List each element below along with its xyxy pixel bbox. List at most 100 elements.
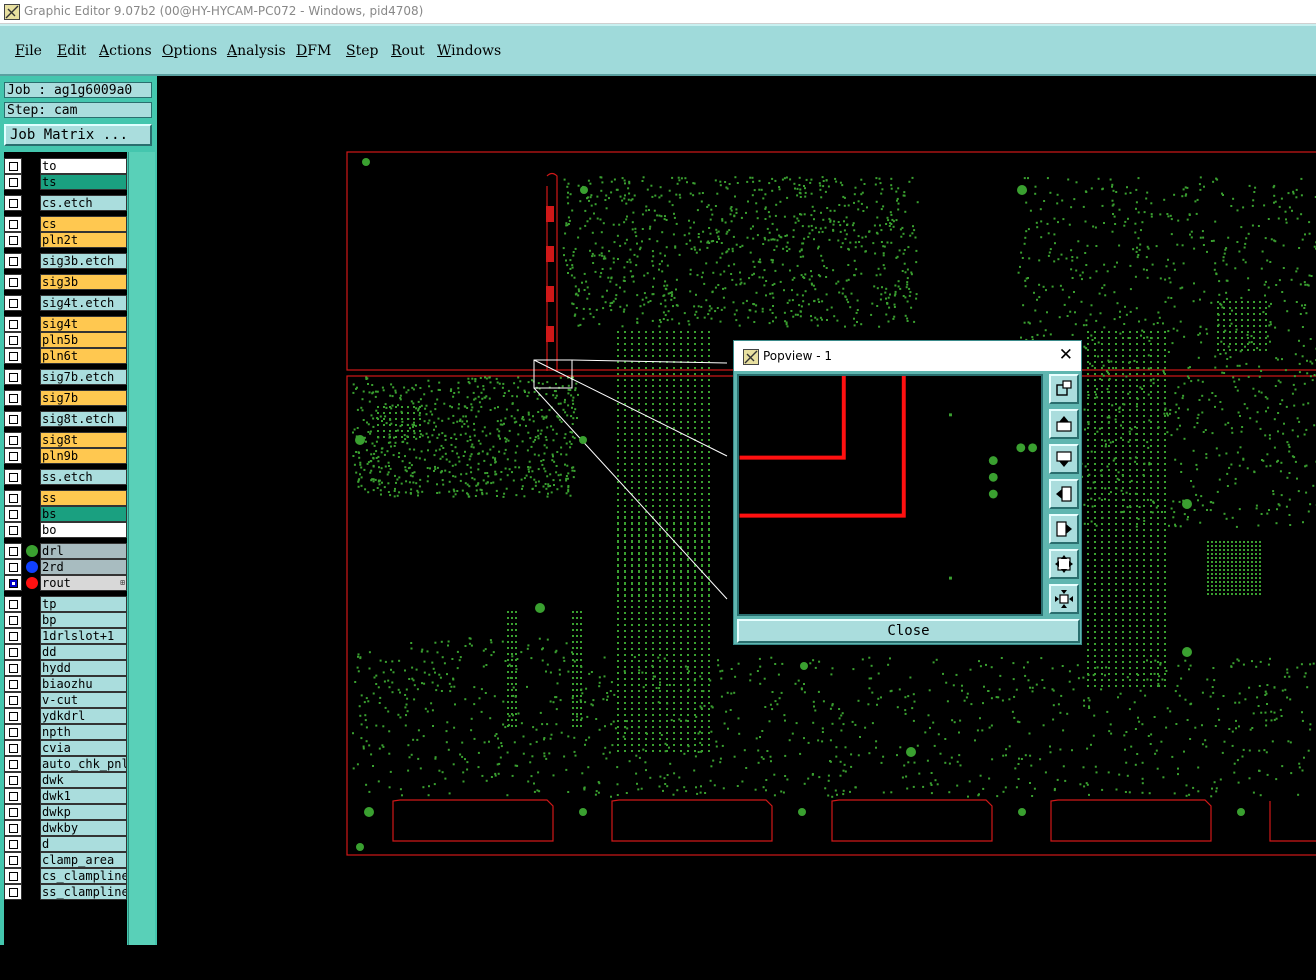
layer-name[interactable]: cs_clampline bbox=[40, 868, 127, 884]
close-button[interactable]: Close bbox=[737, 619, 1080, 643]
layer-row-hydd[interactable]: hydd bbox=[4, 660, 127, 676]
zoom-out-button[interactable] bbox=[1049, 584, 1079, 614]
pan-right-button[interactable] bbox=[1049, 514, 1079, 544]
layer-checkbox[interactable] bbox=[4, 522, 22, 538]
layer-name[interactable]: bs bbox=[40, 506, 127, 522]
layer-row-ss[interactable]: ss bbox=[4, 490, 127, 506]
layer-checkbox[interactable] bbox=[4, 676, 22, 692]
layer-checkbox[interactable] bbox=[4, 316, 22, 332]
layer-row-sig7b-etch[interactable]: sig7b.etch bbox=[4, 369, 127, 385]
layer-checkbox[interactable] bbox=[4, 788, 22, 804]
layer-name[interactable]: dwk1 bbox=[40, 788, 127, 804]
layer-row-pln9b[interactable]: pln9b bbox=[4, 448, 127, 464]
layer-checkbox[interactable] bbox=[4, 612, 22, 628]
layer-name[interactable]: clamp_area bbox=[40, 852, 127, 868]
layer-row-dwk[interactable]: dwk bbox=[4, 772, 127, 788]
layer-name[interactable]: dwkp bbox=[40, 804, 127, 820]
pan-up-button[interactable] bbox=[1049, 409, 1079, 439]
layer-row-clamp-area[interactable]: clamp_area bbox=[4, 852, 127, 868]
layer-row-sig4t-etch[interactable]: sig4t.etch bbox=[4, 295, 127, 311]
layer-checkbox[interactable] bbox=[4, 740, 22, 756]
layer-checkbox[interactable] bbox=[4, 232, 22, 248]
layer-row-ydkdrl[interactable]: ydkdrl bbox=[4, 708, 127, 724]
layer-checkbox[interactable] bbox=[4, 348, 22, 364]
layer-name[interactable]: sig4t.etch bbox=[40, 295, 127, 311]
layer-checkbox[interactable] bbox=[4, 195, 22, 211]
layer-row-biaozhu[interactable]: biaozhu bbox=[4, 676, 127, 692]
menu-analysis[interactable]: Analysis bbox=[227, 43, 286, 59]
zoom-window-button[interactable] bbox=[1049, 374, 1079, 404]
layer-row-v-cut[interactable]: v-cut bbox=[4, 692, 127, 708]
layer-name[interactable]: dwkby bbox=[40, 820, 127, 836]
layer-checkbox[interactable] bbox=[4, 469, 22, 485]
layer-row-pln5b[interactable]: pln5b bbox=[4, 332, 127, 348]
layer-row-dwkp[interactable]: dwkp bbox=[4, 804, 127, 820]
layer-checkbox[interactable] bbox=[4, 724, 22, 740]
layer-row-sig7b[interactable]: sig7b bbox=[4, 390, 127, 406]
layer-name[interactable]: sig7b bbox=[40, 390, 127, 406]
layer-row-cvia[interactable]: cvia bbox=[4, 740, 127, 756]
layer-name[interactable]: ts bbox=[40, 174, 127, 190]
layer-row-sig4t[interactable]: sig4t bbox=[4, 316, 127, 332]
layer-checkbox[interactable] bbox=[4, 411, 22, 427]
layer-name[interactable]: pln6t bbox=[40, 348, 127, 364]
menu-step[interactable]: Step bbox=[346, 43, 378, 59]
layer-row-drl[interactable]: drl bbox=[4, 543, 127, 559]
layer-checkbox[interactable] bbox=[4, 804, 22, 820]
layer-name[interactable]: hydd bbox=[40, 660, 127, 676]
layer-row-rout[interactable]: rout⊞ bbox=[4, 575, 127, 591]
layer-checkbox[interactable] bbox=[4, 390, 22, 406]
zoom-in-button[interactable] bbox=[1049, 549, 1079, 579]
layer-checkbox[interactable] bbox=[4, 596, 22, 612]
layer-name[interactable]: dwk bbox=[40, 772, 127, 788]
layer-name[interactable]: sig4t bbox=[40, 316, 127, 332]
layer-row-to[interactable]: to bbox=[4, 158, 127, 174]
pan-down-button[interactable] bbox=[1049, 444, 1079, 474]
layer-checkbox[interactable] bbox=[4, 490, 22, 506]
menu-windows[interactable]: Windows bbox=[437, 43, 501, 59]
layer-row-dwkby[interactable]: dwkby bbox=[4, 820, 127, 836]
layer-name[interactable]: to bbox=[40, 158, 127, 174]
layer-checkbox[interactable] bbox=[4, 820, 22, 836]
layer-checkbox[interactable] bbox=[4, 295, 22, 311]
layer-row-sig3b-etch[interactable]: sig3b.etch bbox=[4, 253, 127, 269]
menu-options[interactable]: Options bbox=[162, 43, 217, 59]
layer-checkbox[interactable] bbox=[4, 174, 22, 190]
layer-name[interactable]: 1drlslot+1 bbox=[40, 628, 127, 644]
layer-checkbox[interactable] bbox=[4, 332, 22, 348]
layer-name[interactable]: npth bbox=[40, 724, 127, 740]
layer-row-sig3b[interactable]: sig3b bbox=[4, 274, 127, 290]
layer-row-dwk1[interactable]: dwk1 bbox=[4, 788, 127, 804]
layer-checkbox[interactable] bbox=[4, 868, 22, 884]
layer-checkbox[interactable] bbox=[4, 884, 22, 900]
layer-name[interactable]: sig8t bbox=[40, 432, 127, 448]
popview-viewport[interactable] bbox=[737, 374, 1043, 616]
layer-name[interactable]: bp bbox=[40, 612, 127, 628]
layer-name[interactable]: cs.etch bbox=[40, 195, 127, 211]
layer-checkbox[interactable] bbox=[4, 448, 22, 464]
layer-checkbox[interactable] bbox=[4, 575, 22, 591]
layer-row-ss-clampline[interactable]: ss_clampline bbox=[4, 884, 127, 900]
layer-checkbox[interactable] bbox=[4, 772, 22, 788]
layer-checkbox[interactable] bbox=[4, 216, 22, 232]
layer-checkbox[interactable] bbox=[4, 756, 22, 772]
layer-name[interactable]: pln9b bbox=[40, 448, 127, 464]
layer-checkbox[interactable] bbox=[4, 158, 22, 174]
layer-name[interactable]: dd bbox=[40, 644, 127, 660]
layer-row-2rd[interactable]: 2rd bbox=[4, 559, 127, 575]
layer-name[interactable]: tp bbox=[40, 596, 127, 612]
layer-row-tp[interactable]: tp bbox=[4, 596, 127, 612]
layer-checkbox[interactable] bbox=[4, 369, 22, 385]
layer-name[interactable]: v-cut bbox=[40, 692, 127, 708]
job-matrix-button[interactable]: Job Matrix ... bbox=[4, 124, 152, 146]
layer-name[interactable]: auto_chk_pnl bbox=[40, 756, 127, 772]
layer-row-bp[interactable]: bp bbox=[4, 612, 127, 628]
layer-name[interactable]: rout bbox=[40, 575, 127, 591]
layer-checkbox[interactable] bbox=[4, 432, 22, 448]
layer-name[interactable]: ss_clampline bbox=[40, 884, 127, 900]
layer-row-bs[interactable]: bs bbox=[4, 506, 127, 522]
layer-checkbox[interactable] bbox=[4, 274, 22, 290]
layer-row-d[interactable]: d bbox=[4, 836, 127, 852]
layer-row-pln2t[interactable]: pln2t bbox=[4, 232, 127, 248]
menu-edit[interactable]: Edit bbox=[57, 43, 86, 59]
